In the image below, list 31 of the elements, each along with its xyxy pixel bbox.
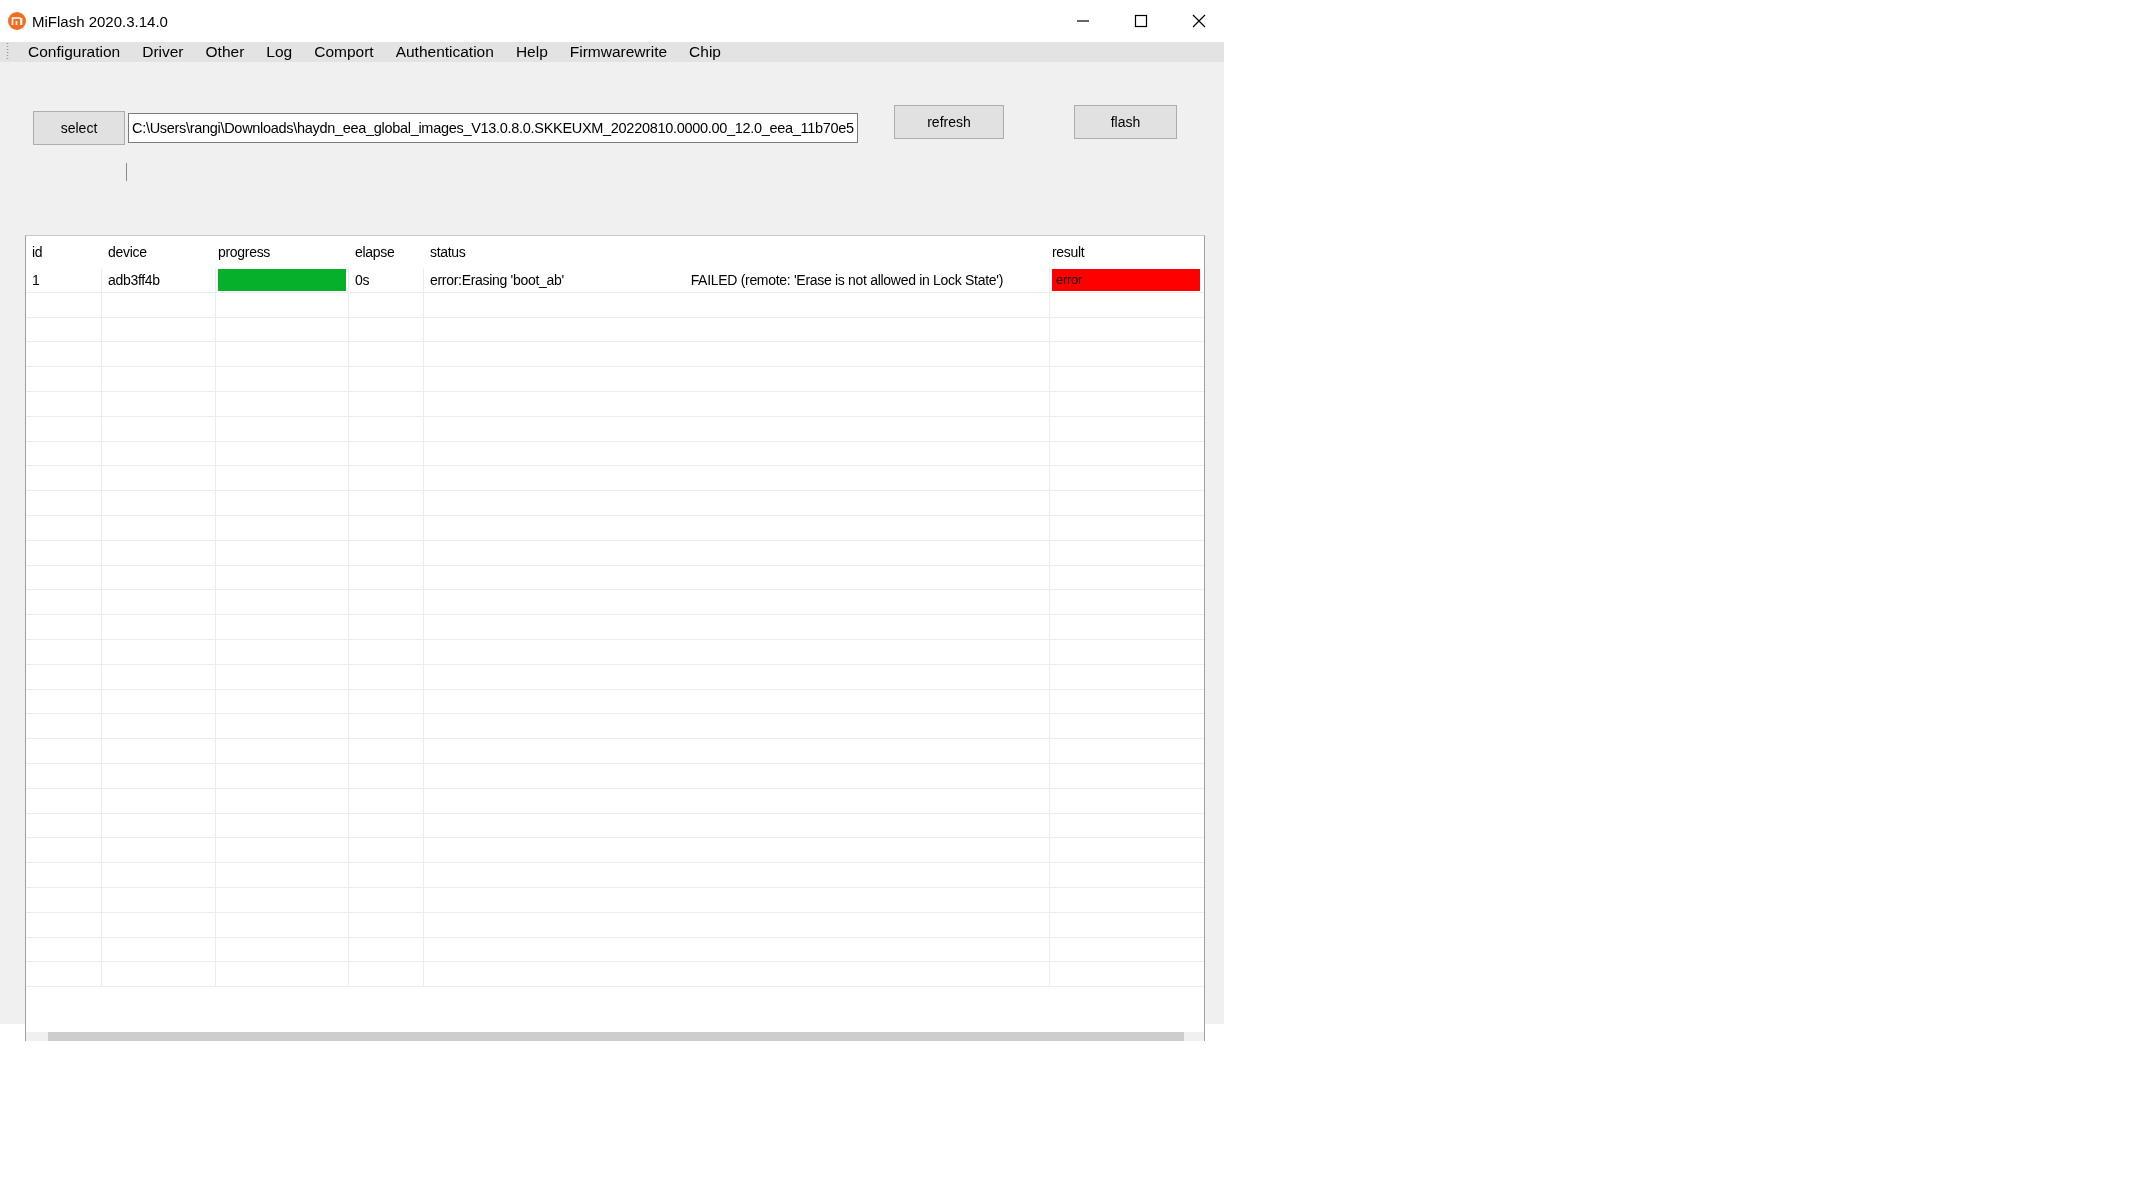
flash-button[interactable]: flash: [1074, 105, 1177, 139]
menu-item[interactable]: Other: [194, 43, 256, 61]
column-header: progress: [217, 243, 272, 262]
maximize-icon[interactable]: [1134, 14, 1148, 28]
table-cell: adb3ff4b: [102, 268, 216, 292]
menu-item[interactable]: Log: [255, 43, 304, 61]
result-badge: error: [1052, 268, 1200, 291]
window-title: MiFlash 2020.3.14.0: [32, 12, 168, 30]
status-text: error:Erasing 'boot_ab': [430, 271, 564, 288]
column-header: status: [429, 243, 467, 262]
table-cell: 0s: [349, 268, 424, 292]
grip-icon: [6, 42, 9, 62]
menu-item[interactable]: Comport: [303, 43, 385, 61]
menu-item[interactable]: Driver: [131, 43, 195, 61]
menu-item[interactable]: Configuration: [17, 43, 132, 61]
menu-item[interactable]: Help: [504, 43, 559, 61]
app-logo-icon: [8, 12, 26, 30]
select-button[interactable]: select: [33, 111, 125, 145]
close-icon[interactable]: [1192, 14, 1206, 28]
column-header: elapse: [354, 243, 396, 262]
menu-item[interactable]: Firmwarewrite: [558, 43, 679, 61]
table-cell: 1: [26, 268, 102, 292]
status-detail: FAILED (remote: 'Erase is not allowed in Lock State'): [690, 271, 1004, 288]
path-field[interactable]: C:\Users\rangi\Downloads\haydn_eea_global_images_V13.0.8.0.SKKEUXM_20220810.0000.00_12.0_eea_11b70e5: [128, 113, 858, 143]
column-header: device: [107, 243, 148, 262]
text-cursor: [126, 163, 127, 181]
menu-item[interactable]: Authentication: [384, 43, 505, 61]
column-header: result: [1051, 243, 1086, 262]
menu-item[interactable]: Chip: [678, 43, 732, 61]
refresh-button[interactable]: refresh: [894, 105, 1004, 139]
column-header: id: [31, 243, 44, 262]
